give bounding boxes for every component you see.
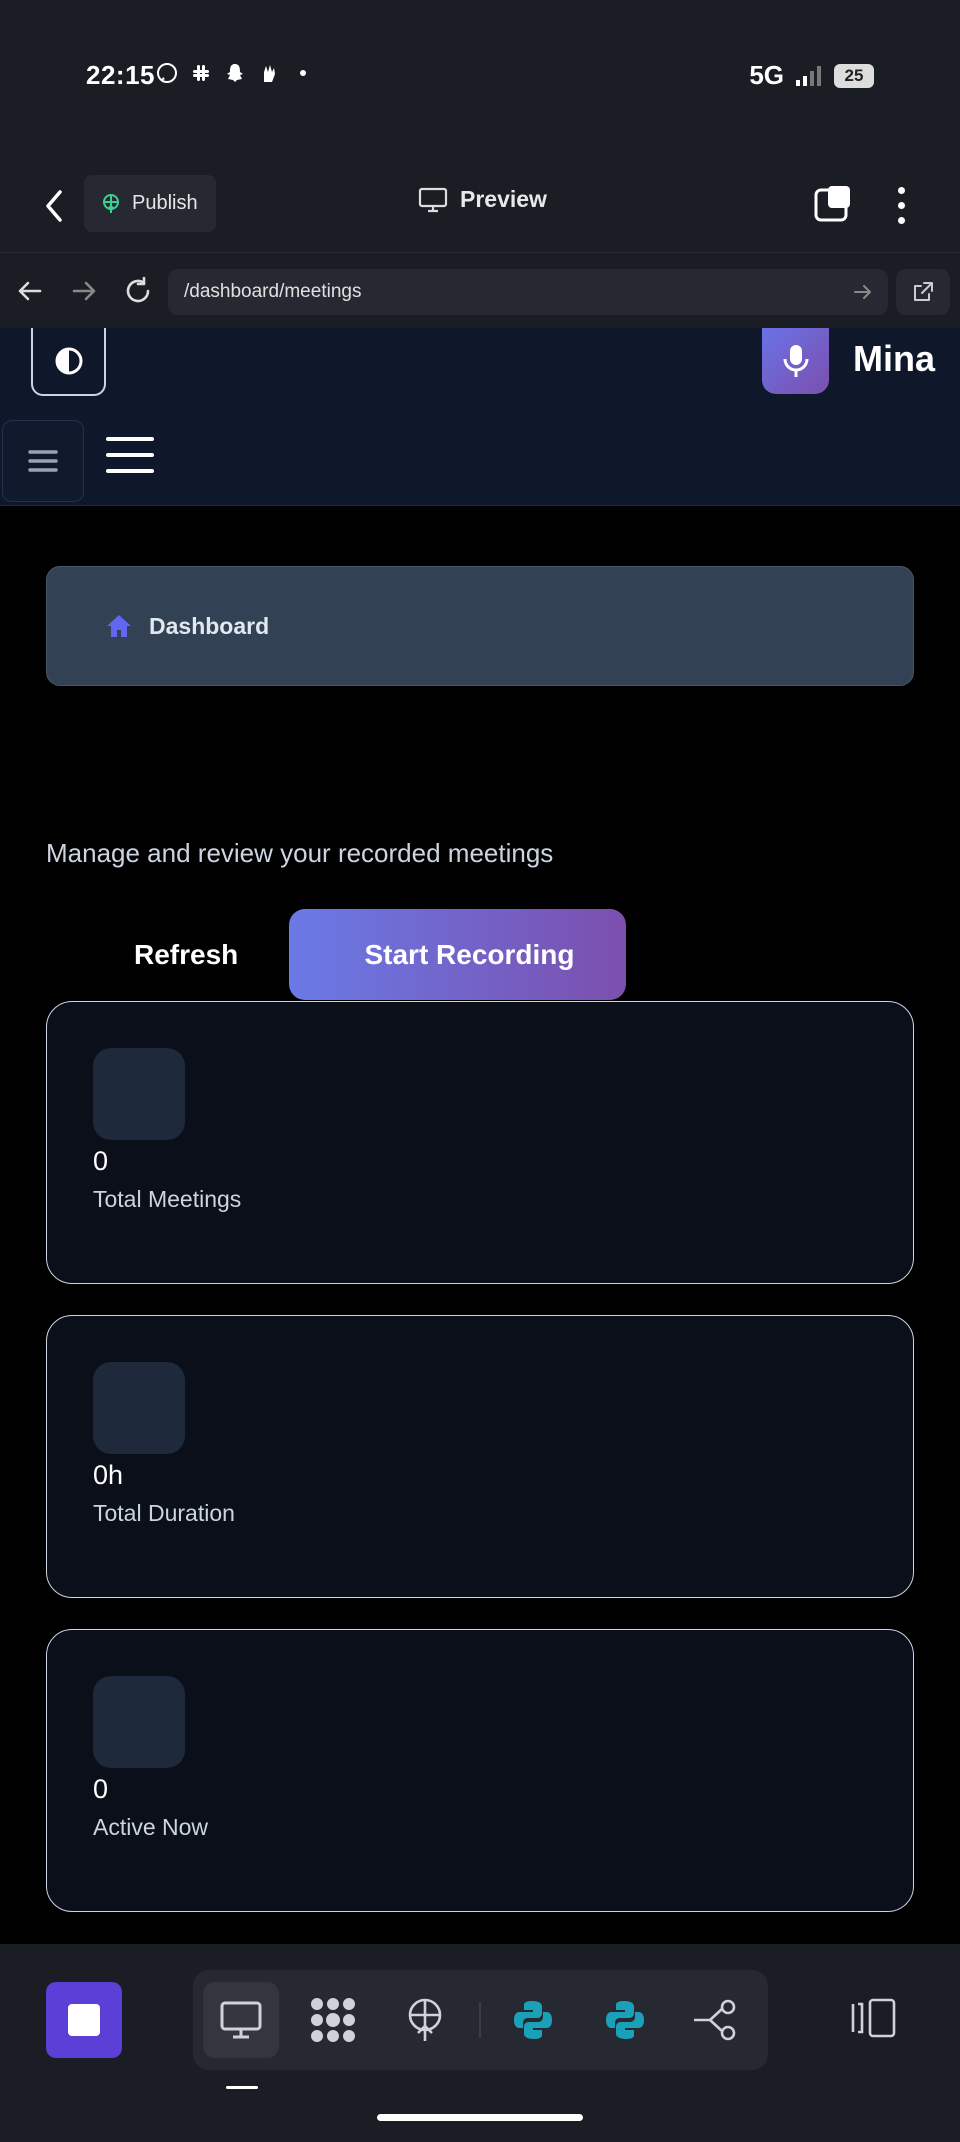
stat-value: 0h xyxy=(93,1460,124,1490)
microphone-icon xyxy=(783,345,808,377)
stat-label: Total Meetings xyxy=(93,1186,242,1212)
battery-icon: 25 xyxy=(834,63,874,88)
stat-card-active-now: 0 Active Now xyxy=(46,1629,914,1912)
page-header: Mina xyxy=(0,328,960,506)
publish-button[interactable]: Publish xyxy=(84,175,216,232)
breadcrumb-dashboard-link[interactable]: Dashboard xyxy=(149,613,269,640)
menu-line xyxy=(106,453,154,457)
breadcrumb: Dashboard xyxy=(46,566,914,686)
apps-icon[interactable] xyxy=(295,1982,371,2058)
stop-button[interactable] xyxy=(46,1982,122,2058)
dot xyxy=(897,186,905,194)
url-bar: /dashboard/meetings xyxy=(0,252,960,328)
arrow-left-icon xyxy=(18,281,42,301)
publish-icon xyxy=(103,193,119,213)
open-external-button[interactable] xyxy=(896,269,950,315)
app-toolbar: Publish Preview xyxy=(0,160,960,252)
notification-icons xyxy=(156,62,314,84)
brand-name: Mina xyxy=(853,338,936,379)
status-time: 22:15 xyxy=(86,60,155,90)
status-bar: 22:15 5G 25 xyxy=(0,0,960,160)
snapchat-icon xyxy=(224,62,246,84)
preview-label: Preview xyxy=(460,186,547,212)
reload-button[interactable] xyxy=(122,275,154,307)
menu-line xyxy=(106,469,154,473)
page-subtitle: Manage and review your recorded meetings xyxy=(46,838,554,868)
menu-line xyxy=(106,437,154,441)
reload-icon xyxy=(126,276,150,303)
stat-value: 0 xyxy=(93,1774,109,1804)
desktop-icon[interactable] xyxy=(203,1982,279,2058)
share-icon[interactable] xyxy=(677,1982,753,2058)
brand[interactable]: Mina xyxy=(762,328,935,394)
monitor-icon xyxy=(418,187,448,212)
whatsapp-icon xyxy=(156,62,178,84)
stat-card-total-meetings: 0 Total Meetings xyxy=(46,1001,914,1284)
home-icon[interactable] xyxy=(105,613,133,639)
refresh-button[interactable]: Refresh xyxy=(104,912,268,998)
stat-icon xyxy=(93,1676,185,1768)
status-right: 5G 25 xyxy=(749,60,874,91)
dock-toolbar xyxy=(193,1970,768,2070)
back-button[interactable] xyxy=(36,184,72,228)
panel-toggle-button[interactable] xyxy=(850,1996,898,2040)
tabs-icon xyxy=(814,186,850,222)
more-options-button[interactable] xyxy=(886,180,916,230)
home-indicator[interactable] xyxy=(377,2114,583,2121)
sidebar-panel-icon xyxy=(851,1998,896,2038)
stop-icon xyxy=(68,2004,100,2036)
preview-toggle[interactable]: Preview xyxy=(418,186,547,213)
nav-forward-button[interactable] xyxy=(68,275,100,307)
theme-toggle-button[interactable] xyxy=(31,328,106,396)
menu-icon xyxy=(28,450,58,472)
stat-label: Active Now xyxy=(93,1814,209,1840)
hand-icon xyxy=(258,62,280,84)
bottom-dock xyxy=(0,1944,960,2142)
external-link-icon xyxy=(914,282,933,301)
go-arrow-icon[interactable] xyxy=(852,281,874,303)
chevron-left-icon xyxy=(46,190,62,222)
publish-icon[interactable] xyxy=(387,1982,463,2058)
active-indicator xyxy=(226,2086,258,2089)
arrow-right-icon xyxy=(72,281,96,301)
url-input[interactable]: /dashboard/meetings xyxy=(168,269,888,315)
dot xyxy=(897,216,905,224)
brand-logo xyxy=(762,328,829,394)
publish-label: Publish xyxy=(132,192,198,214)
tabs-button[interactable] xyxy=(814,184,854,224)
dock-separator xyxy=(479,2002,481,2038)
stat-value: 0 xyxy=(93,1146,109,1176)
nav-back-button[interactable] xyxy=(14,275,46,307)
contrast-icon xyxy=(55,347,82,375)
slack-icon xyxy=(190,62,212,84)
python-icon[interactable] xyxy=(587,1982,663,2058)
stat-card-total-duration: 0h Total Duration xyxy=(46,1315,914,1598)
stat-label: Total Duration xyxy=(93,1500,235,1526)
url-text: /dashboard/meetings xyxy=(184,281,362,302)
hamburger-menu-button[interactable] xyxy=(106,437,154,473)
signal-icon xyxy=(796,65,821,86)
stat-icon xyxy=(93,1048,185,1140)
start-recording-button[interactable]: Start Recording xyxy=(289,909,626,1000)
stat-icon xyxy=(93,1362,185,1454)
dot-icon xyxy=(292,62,314,84)
python-icon[interactable] xyxy=(495,1982,571,2058)
sidebar-toggle-button[interactable] xyxy=(2,420,84,502)
network-label: 5G xyxy=(749,60,784,90)
dot xyxy=(897,201,905,209)
